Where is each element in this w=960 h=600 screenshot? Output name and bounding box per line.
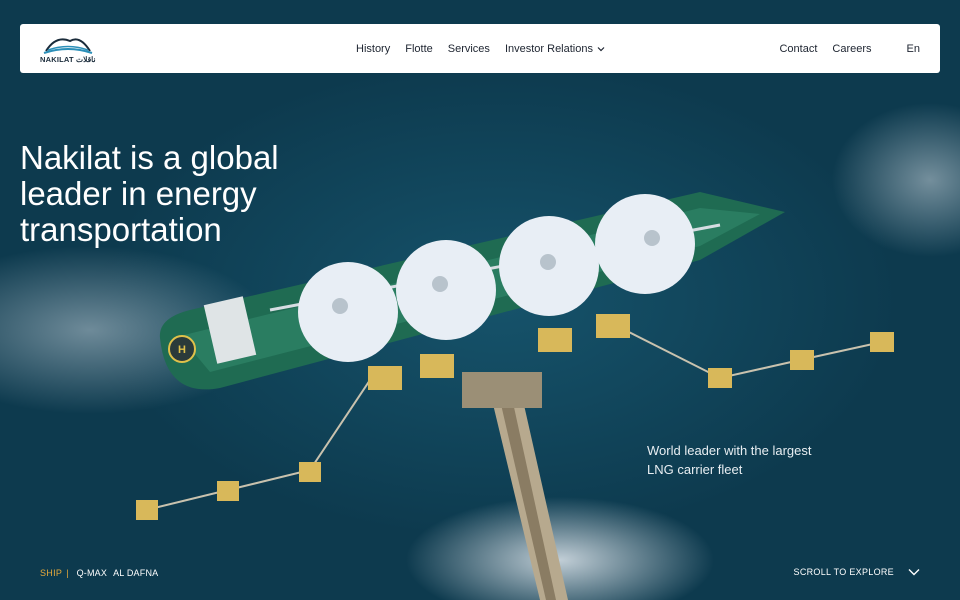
logo-text: NAKILAT ناقلات <box>40 55 96 64</box>
lng-carrier-image: H <box>136 192 894 600</box>
ship-option-q-max[interactable]: Q-MAX <box>77 568 108 578</box>
mooring-dolphin <box>538 328 572 352</box>
main-nav: History Flotte Services Investor Relatio… <box>356 24 605 73</box>
nav-investor-relations[interactable]: Investor Relations <box>505 43 605 55</box>
mooring-dolphin <box>299 462 321 482</box>
mooring-dolphin <box>870 332 894 352</box>
ship-selector: SHIP | Q-MAX AL DAFNA <box>40 566 164 580</box>
scroll-label: SCROLL TO EXPLORE <box>793 567 894 577</box>
mooring-dolphin <box>708 368 732 388</box>
nakilat-logo[interactable]: NAKILAT ناقلات <box>40 33 96 65</box>
mooring-dolphin <box>790 350 814 370</box>
scroll-to-explore[interactable]: SCROLL TO EXPLORE <box>794 564 920 580</box>
mooring-dolphin <box>368 366 402 390</box>
logo-wave-icon <box>43 38 93 54</box>
ship-separator: | <box>66 568 69 578</box>
nav-investor-relations-label: Investor Relations <box>504 42 593 55</box>
chevron-down-icon <box>597 46 605 51</box>
mooring-dolphin <box>420 354 454 378</box>
language-switcher[interactable]: En <box>907 43 920 55</box>
secondary-nav: Contact Careers En <box>764 24 920 73</box>
ship-option-al-dafna[interactable]: AL DAFNA <box>113 568 158 578</box>
lng-tank <box>396 240 496 340</box>
mooring-dolphin <box>596 314 630 338</box>
mooring-dolphin <box>136 500 158 520</box>
nav-history[interactable]: History <box>356 43 390 55</box>
mooring-dolphin <box>217 481 239 501</box>
lng-tank <box>595 194 695 294</box>
top-navbar: NAKILAT ناقلات History Flotte Services I… <box>20 24 940 73</box>
svg-text:H: H <box>178 344 186 356</box>
chevron-down-icon <box>908 569 920 576</box>
nav-careers[interactable]: Careers <box>832 43 871 55</box>
hero-background: H <box>0 0 960 600</box>
hero-tagline: World leader with the largest LNG carrie… <box>647 443 812 477</box>
ship-label: SHIP <box>40 568 63 578</box>
hero-headline: Nakilat is a global leader in energy tra… <box>20 139 279 248</box>
lng-tank <box>298 262 398 362</box>
nav-contact[interactable]: Contact <box>779 43 817 55</box>
nav-services[interactable]: Services <box>448 43 490 55</box>
nav-fleet[interactable]: Flotte <box>405 43 433 55</box>
